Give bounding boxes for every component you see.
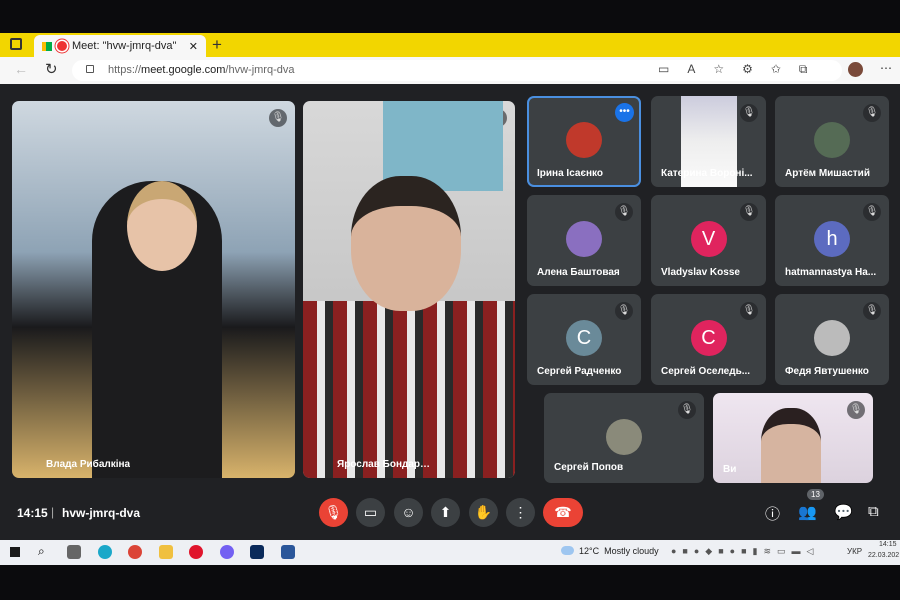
- participant-name: Сергей Радченко: [537, 366, 622, 377]
- tab-title: Meet: "hvw-jmrq-dva": [72, 40, 177, 52]
- tab-meet[interactable]: Meet: "hvw-jmrq-dva" ✕: [34, 35, 206, 57]
- more-options-button[interactable]: ⋮: [506, 498, 535, 527]
- more-options-icon[interactable]: •••: [615, 103, 634, 122]
- participant-name: hatmannastya Ha...: [785, 267, 877, 278]
- participant-avatar: [566, 122, 602, 158]
- participant-tile[interactable]: 🎙 Сергей Попов: [544, 393, 704, 483]
- reactions-button[interactable]: ☺: [394, 498, 423, 527]
- participant-avatar: [814, 122, 850, 158]
- participant-face: [127, 181, 197, 271]
- mic-off-icon: 🎙: [863, 104, 881, 122]
- participant-avatar: h: [814, 221, 850, 257]
- tray-icons[interactable]: ●■●◆■●■▮≋▭▬◁: [671, 546, 819, 557]
- participant-tile[interactable]: h 🎙 hatmannastya Ha...: [775, 195, 889, 286]
- mic-off-icon: 🎙: [847, 401, 865, 419]
- explorer-icon[interactable]: [159, 545, 173, 559]
- participant-avatar: [566, 221, 602, 257]
- participant-tile[interactable]: 🎙 Федя Явтушенко: [775, 294, 889, 385]
- participant-tile[interactable]: C 🎙 Сергей Оселедь...: [651, 294, 766, 385]
- main-video-tile[interactable]: 🎙 Ярослав Бондаренко: [303, 101, 515, 478]
- participant-avatar: C: [566, 320, 602, 356]
- participant-name: Ви: [723, 464, 737, 475]
- participant-avatar: V: [690, 221, 727, 257]
- chat-icon[interactable]: 💬: [834, 503, 853, 521]
- task-view-icon[interactable]: [67, 545, 81, 559]
- lock-icon: [86, 65, 94, 73]
- participant-name: Алена Баштовая: [537, 267, 620, 278]
- participant-name: Катерина Вороні...: [661, 168, 753, 179]
- mic-off-icon: 🎙: [269, 109, 287, 127]
- participant-tile[interactable]: V 🎙 Vladyslav Kosse: [651, 195, 766, 286]
- recording-icon: [57, 41, 67, 51]
- separator: |: [51, 505, 55, 519]
- participants-count-badge: 13: [807, 489, 824, 500]
- mic-off-icon: 🎙: [615, 203, 633, 221]
- weather-text[interactable]: 12°C Mostly cloudy: [579, 546, 659, 556]
- present-button[interactable]: ⬆: [431, 498, 460, 527]
- search-icon[interactable]: ⌕: [38, 544, 45, 559]
- participant-name: Ярослав Бондаренко: [337, 459, 432, 470]
- participant-name: Федя Явтушенко: [785, 366, 869, 377]
- mic-off-icon: 🎙: [863, 203, 881, 221]
- participant-tile[interactable]: 🎙 Алена Баштовая: [527, 195, 641, 286]
- participant-avatar: [606, 419, 642, 455]
- participant-tile[interactable]: 🎙 Катерина Вороні...: [651, 96, 766, 187]
- meeting-code: hvw-jmrq-dva: [62, 506, 141, 520]
- mic-off-icon: 🎙: [615, 302, 633, 320]
- profile-avatar[interactable]: [848, 62, 863, 77]
- raise-hand-button[interactable]: ✋: [469, 498, 498, 527]
- chrome-icon[interactable]: [128, 545, 142, 559]
- mic-off-icon: 🎙: [740, 203, 758, 221]
- language-indicator[interactable]: УКР: [847, 547, 862, 556]
- browser-toolbar-icons[interactable]: ▭A☆⚙✩⧉: [658, 62, 825, 77]
- people-icon[interactable]: 👥: [798, 503, 817, 521]
- opera-icon[interactable]: [189, 545, 203, 559]
- viber-icon[interactable]: [220, 545, 234, 559]
- main-video-tile[interactable]: 🎙 Влада Рибалкіна: [12, 101, 295, 478]
- participant-name: Сергей Попов: [554, 462, 624, 473]
- meet-logo-icon: [42, 41, 52, 51]
- mic-toggle-button[interactable]: 🎙: [319, 498, 348, 527]
- close-tab-icon[interactable]: ✕: [189, 40, 206, 53]
- participant-name: Сергей Оселедь...: [661, 366, 751, 377]
- participant-tile[interactable]: ••• Ірина Ісаєнко: [527, 96, 641, 187]
- participant-avatar: [814, 320, 850, 356]
- participant-tile[interactable]: 🎙 Артём Мишастий: [775, 96, 889, 187]
- start-icon[interactable]: [10, 547, 20, 557]
- leave-call-button[interactable]: ☎: [543, 498, 583, 527]
- participant-name: Ірина Ісаєнко: [537, 168, 603, 179]
- participant-name: Артём Мишастий: [785, 168, 870, 179]
- meeting-time: 14:15: [17, 506, 48, 520]
- mic-off-icon: 🎙: [740, 302, 758, 320]
- sidebar-toggle-icon[interactable]: [10, 38, 22, 50]
- edge-icon[interactable]: [98, 545, 112, 559]
- weather-icon: [561, 546, 574, 555]
- participant-video: [761, 408, 821, 483]
- mic-off-icon: 🎙: [740, 104, 758, 122]
- new-tab-button[interactable]: +: [212, 35, 222, 55]
- clock-date[interactable]: 22.03.202: [868, 552, 899, 559]
- menu-icon[interactable]: ⋯: [880, 61, 892, 75]
- word-icon[interactable]: [281, 545, 295, 559]
- camera-toggle-button[interactable]: ▭: [356, 498, 385, 527]
- participant-name: Влада Рибалкіна: [46, 459, 131, 470]
- app-icon[interactable]: [250, 545, 264, 559]
- participant-video: [303, 301, 515, 478]
- participant-tile[interactable]: 🎙 Ви: [713, 393, 873, 483]
- participant-name: Vladyslav Kosse: [661, 267, 740, 278]
- reload-icon[interactable]: ↻: [45, 60, 58, 78]
- back-icon[interactable]: ←: [14, 61, 28, 77]
- mic-off-icon: 🎙: [678, 401, 696, 419]
- info-icon[interactable]: ⓘ: [765, 503, 780, 524]
- participant-tile[interactable]: C 🎙 Сергей Радченко: [527, 294, 641, 385]
- clock-time[interactable]: 14:15: [879, 541, 897, 548]
- mic-off-icon: 🎙: [863, 302, 881, 320]
- participant-avatar: C: [690, 320, 727, 356]
- participant-face: [351, 176, 461, 311]
- activities-icon[interactable]: ⧉: [868, 503, 879, 520]
